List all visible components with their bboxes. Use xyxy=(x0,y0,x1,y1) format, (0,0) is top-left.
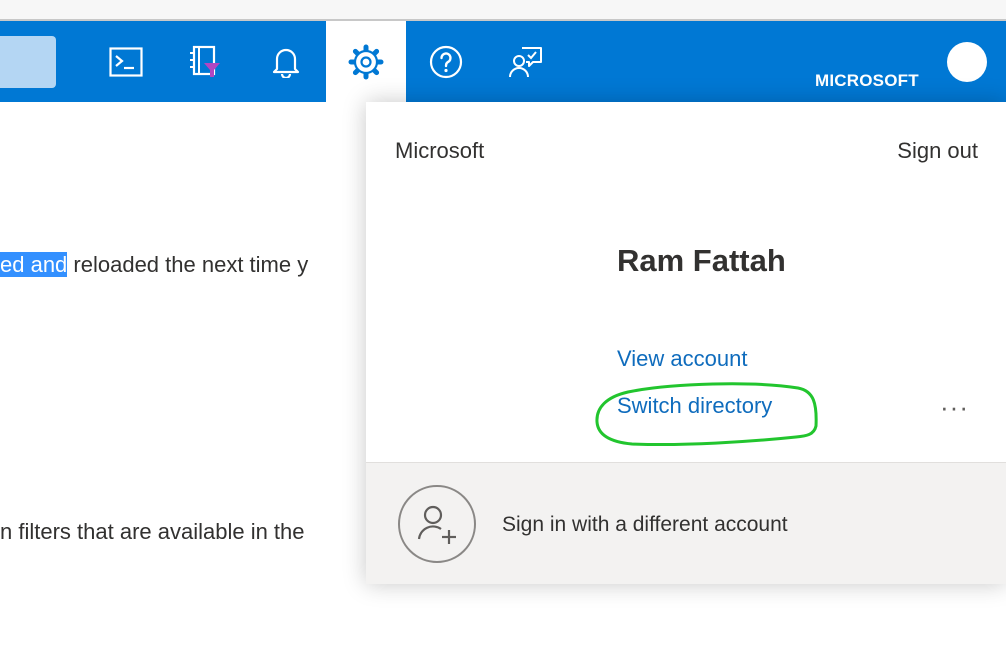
cloud-shell-icon xyxy=(109,46,143,77)
notifications-button[interactable] xyxy=(246,21,326,102)
sign-out-link[interactable]: Sign out xyxy=(897,138,978,164)
tenant-name: Microsoft xyxy=(395,138,485,163)
browser-top-strip xyxy=(0,0,1006,21)
account-panel: Microsoft Sign out Ram Fattah View accou… xyxy=(366,102,1006,584)
notifications-icon xyxy=(272,48,300,78)
background-text-line-1: ed and reloaded the next time y xyxy=(0,252,308,278)
account-directory-label[interactable]: MICROSOFT xyxy=(815,71,919,91)
help-icon xyxy=(429,45,463,78)
add-person-icon xyxy=(417,505,456,544)
user-display-name: Ram Fattah xyxy=(617,243,786,278)
view-account-link[interactable]: View account xyxy=(617,346,747,372)
sign-in-different-account[interactable]: Sign in with a different account xyxy=(366,462,1006,584)
cloud-shell-button[interactable] xyxy=(86,21,166,102)
directory-filter-button[interactable] xyxy=(166,21,246,102)
settings-button[interactable] xyxy=(326,21,406,102)
feedback-icon xyxy=(509,46,542,77)
more-options-button[interactable]: ··· xyxy=(940,392,969,423)
background-text-line-1-rest: reloaded the next time y xyxy=(67,252,309,277)
user-avatar[interactable] xyxy=(947,42,987,82)
feedback-button[interactable] xyxy=(486,21,566,102)
sign-in-different-account-label: Sign in with a different account xyxy=(502,513,788,536)
global-search-box[interactable] xyxy=(0,36,56,88)
settings-icon xyxy=(348,44,384,79)
selected-text: ed and xyxy=(0,252,68,277)
help-button[interactable] xyxy=(406,21,486,102)
directory-filter-icon xyxy=(190,45,220,77)
add-person-avatar xyxy=(398,485,476,563)
portal-top-bar: MICROSOFT xyxy=(0,21,1006,102)
background-text-line-2: n filters that are available in the xyxy=(0,519,305,544)
switch-directory-link[interactable]: Switch directory xyxy=(617,393,772,419)
